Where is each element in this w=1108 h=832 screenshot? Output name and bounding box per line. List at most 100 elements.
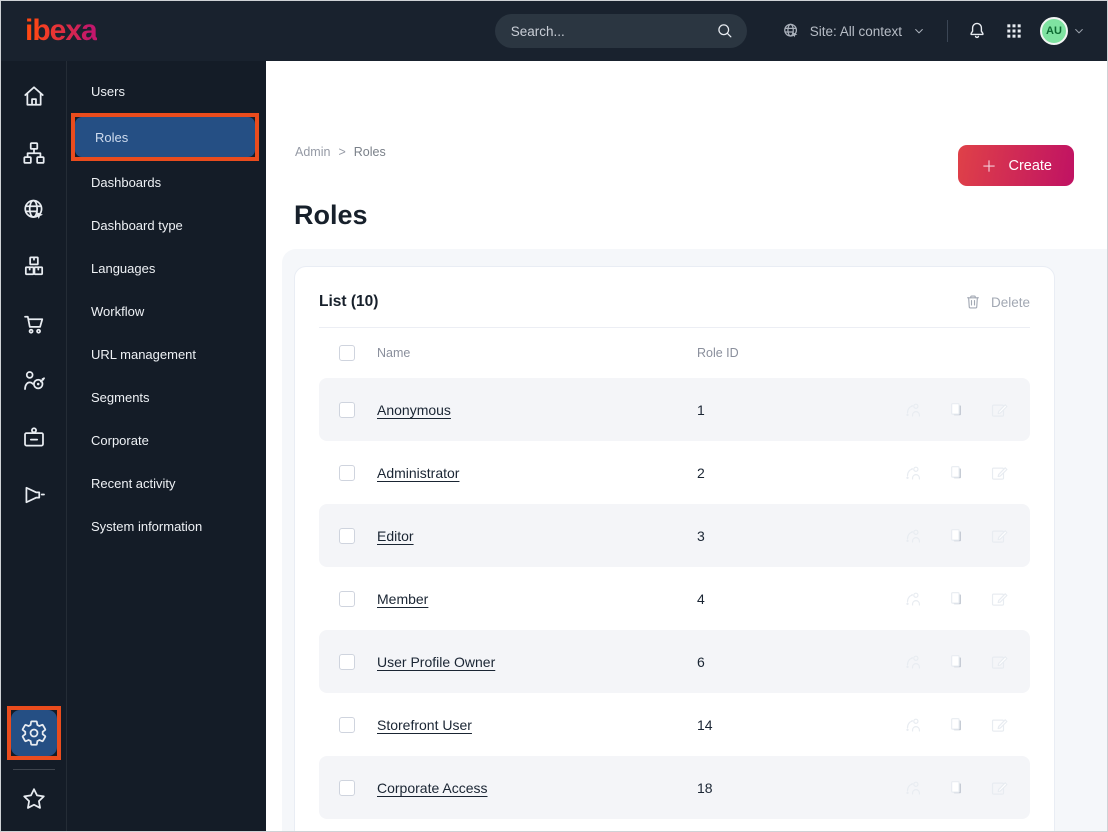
edit-button[interactable]: [990, 653, 1008, 671]
row-checkbox[interactable]: [339, 401, 355, 418]
edit-button[interactable]: [990, 527, 1008, 545]
assign-user-button[interactable]: [904, 716, 922, 734]
role-name-link[interactable]: Editor: [377, 528, 697, 544]
table-header-row: Name Role ID: [319, 328, 1030, 378]
copy-icon: [947, 401, 965, 419]
role-name-link[interactable]: Corporate Access: [377, 780, 697, 796]
row-checkbox[interactable]: [339, 464, 355, 481]
sidebar-item-dashboards[interactable]: Dashboards: [67, 161, 266, 204]
role-name-link[interactable]: Anonymous: [377, 402, 697, 418]
edit-button[interactable]: [990, 716, 1008, 734]
site-context-selector[interactable]: Site: All context: [781, 21, 927, 41]
edit-button[interactable]: [990, 590, 1008, 608]
search-icon[interactable]: [715, 21, 735, 41]
chevron-down-icon: [1071, 23, 1087, 39]
sidebar-item-languages[interactable]: Languages: [67, 247, 266, 290]
row-actions: [904, 401, 1010, 419]
sidebar-item-dashboard-type[interactable]: Dashboard type: [67, 204, 266, 247]
sidebar-item-label: Roles: [95, 129, 129, 145]
role-name-link[interactable]: Storefront User: [377, 717, 697, 733]
role-id-value: 6: [697, 653, 705, 670]
row-actions: [904, 527, 1010, 545]
notifications-button[interactable]: [966, 20, 988, 42]
edit-button[interactable]: [990, 464, 1008, 482]
assign-user-button[interactable]: [904, 401, 922, 419]
rail-item-bookmarks[interactable]: [12, 777, 56, 821]
table-row: Storefront User 14: [319, 693, 1030, 756]
table-row: User Profile Owner 6: [319, 630, 1030, 693]
copy-icon: [947, 653, 965, 671]
assign-user-button[interactable]: [904, 464, 922, 482]
site-context-label: Site: All context: [809, 23, 902, 39]
admin-menu: Users Roles Dashboards Dashboard type Langua…: [67, 61, 266, 831]
copy-button[interactable]: [947, 401, 965, 419]
assign-user-button[interactable]: [904, 527, 922, 545]
sidebar-item-url-management[interactable]: URL management: [67, 333, 266, 376]
edit-button[interactable]: [990, 401, 1008, 419]
sidebar-item-system-information[interactable]: System information: [67, 505, 266, 548]
rail-item-admin-settings[interactable]: [10, 710, 57, 756]
table-row: Editor 3: [319, 504, 1030, 567]
copy-icon: [947, 464, 965, 482]
copy-button[interactable]: [947, 653, 965, 671]
rail-item-corporate[interactable]: [12, 416, 56, 460]
sidebar-item-roles[interactable]: Roles: [75, 117, 255, 157]
sidebar-item-segments[interactable]: Segments: [67, 376, 266, 419]
copy-button[interactable]: [947, 464, 965, 482]
assign-user-button[interactable]: [904, 590, 922, 608]
row-actions: [904, 779, 1010, 797]
row-checkbox[interactable]: [339, 716, 355, 733]
rail-item-commerce[interactable]: [12, 302, 56, 346]
row-checkbox[interactable]: [339, 653, 355, 670]
copy-button[interactable]: [947, 527, 965, 545]
sidebar-item-users[interactable]: Users: [67, 70, 266, 113]
sidebar-item-workflow[interactable]: Workflow: [67, 290, 266, 333]
sidebar-item-label: Users: [91, 84, 125, 99]
sidebar-item-recent-activity[interactable]: Recent activity: [67, 462, 266, 505]
row-checkbox[interactable]: [339, 779, 355, 796]
global-search[interactable]: [494, 14, 747, 48]
table-row: Member 4: [319, 567, 1030, 630]
rail-item-content-tree[interactable]: [12, 131, 56, 175]
table-row: Corporate Access 18: [319, 756, 1030, 819]
role-name-link[interactable]: Administrator: [377, 465, 697, 481]
rail-item-personalization[interactable]: [12, 359, 56, 403]
content-tree-icon: [20, 139, 48, 167]
copy-button[interactable]: [947, 716, 965, 734]
rail-item-products[interactable]: [12, 245, 56, 289]
delete-button[interactable]: Delete: [964, 293, 1030, 311]
breadcrumb-separator: >: [338, 145, 346, 159]
breadcrumb: Admin > Roles: [295, 145, 386, 159]
rail-item-marketing[interactable]: [12, 473, 56, 517]
rail-bottom: [6, 706, 61, 821]
rail-item-site[interactable]: [12, 188, 56, 232]
row-checkbox[interactable]: [339, 527, 355, 544]
edit-button[interactable]: [990, 779, 1008, 797]
table-body: Anonymous 1 Administrator 2 Editor 3 Member 4 Us…: [319, 378, 1030, 831]
create-button[interactable]: Create: [958, 145, 1074, 186]
copy-button[interactable]: [947, 779, 965, 797]
row-checkbox[interactable]: [339, 590, 355, 607]
avatar[interactable]: AU: [1040, 17, 1068, 45]
edit-icon: [990, 527, 1008, 545]
sidebar-item-corporate[interactable]: Corporate: [67, 419, 266, 462]
assign-user-button[interactable]: [904, 653, 922, 671]
search-input[interactable]: [510, 23, 715, 39]
copy-icon: [947, 779, 965, 797]
star-icon: [20, 785, 48, 813]
assign-user-button[interactable]: [904, 779, 922, 797]
copy-button[interactable]: [947, 590, 965, 608]
row-actions: [904, 653, 1010, 671]
role-name-link[interactable]: Member: [377, 591, 697, 607]
breadcrumb-admin[interactable]: Admin: [295, 145, 330, 159]
rail-item-home[interactable]: [12, 74, 56, 118]
role-name-link[interactable]: User Profile Owner: [377, 654, 697, 670]
annotation-highlight: Roles: [71, 113, 259, 161]
select-all-checkbox[interactable]: [339, 345, 355, 361]
table-row: Company admin19: [319, 819, 1030, 831]
assign-user-icon: [904, 653, 922, 671]
apps-grid-button[interactable]: [1004, 21, 1024, 41]
user-menu[interactable]: AU: [1040, 17, 1087, 45]
create-button-label: Create: [1008, 157, 1052, 174]
edit-icon: [990, 590, 1008, 608]
